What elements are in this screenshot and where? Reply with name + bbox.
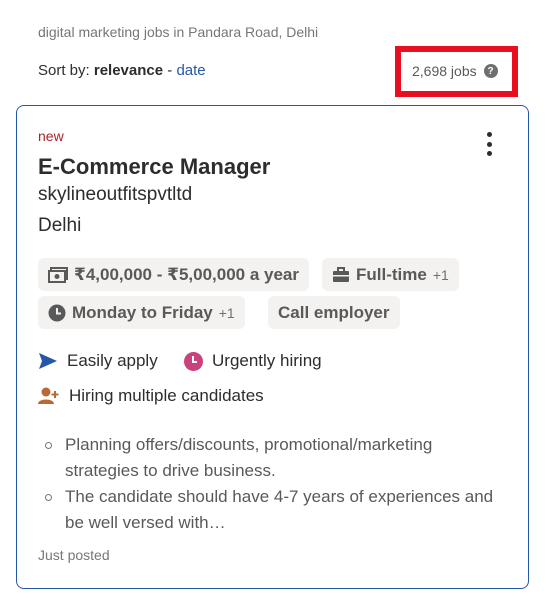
hiring-multiple: Hiring multiple candidates [38,386,264,406]
call-employer-text: Call employer [278,302,390,322]
urgently-hiring: Urgently hiring [184,351,322,371]
schedule-chip: Monday to Friday +1 [38,296,245,329]
job-count-text: 2,698 jobs [412,63,477,79]
snippet-item: Planning offers/discounts, promotional/m… [45,432,505,484]
job-title[interactable]: E-Commerce Manager [38,154,270,180]
briefcase-icon [333,266,349,282]
help-icon[interactable]: ? [483,64,498,78]
salary-text: ₹4,00,000 - ₹5,00,000 a year [74,264,299,284]
company-name: skylineoutfitspvtltd [38,184,193,205]
job-count: 2,698 jobs ? [412,63,498,79]
sort-bar: Sort by: relevance - date [38,62,206,79]
urgently-hiring-text: Urgently hiring [212,351,322,370]
sort-option-date[interactable]: date [176,62,205,79]
more-vertical-icon[interactable] [479,130,499,158]
new-badge: new [38,128,64,144]
easily-apply-text: Easily apply [67,351,158,370]
schedule-more: +1 [218,304,235,321]
snippet-item: The candidate should have 4-7 years of e… [45,484,505,536]
salary-chip: ₹4,00,000 - ₹5,00,000 a year [38,258,309,291]
job-count-highlight: 2,698 jobs ? [395,46,518,97]
posted-date: Just posted [38,547,110,563]
clock-icon [184,351,203,371]
send-icon [39,353,57,369]
sort-option-relevance: relevance [93,62,164,79]
job-card[interactable]: new E-Commerce Manager skylineoutfitspvt… [16,105,529,589]
schedule-text: Monday to Friday [72,302,213,322]
hiring-multiple-text: Hiring multiple candidates [69,386,264,405]
money-icon [48,266,68,283]
job-type-text: Full-time [356,264,427,284]
job-type-more: +1 [432,266,449,283]
job-location: Delhi [38,215,82,236]
job-type-chip: Full-time +1 [322,258,459,291]
search-query-text: digital marketing jobs in Pandara Road, … [38,24,319,40]
sort-label: Sort by: [38,62,90,79]
job-snippet: Planning offers/discounts, promotional/m… [45,432,505,536]
sort-separator: - [167,62,173,79]
call-employer-chip[interactable]: Call employer [268,296,400,329]
easily-apply: Easily apply [38,351,158,371]
clock-icon [48,304,66,321]
person-add-icon [38,387,59,404]
